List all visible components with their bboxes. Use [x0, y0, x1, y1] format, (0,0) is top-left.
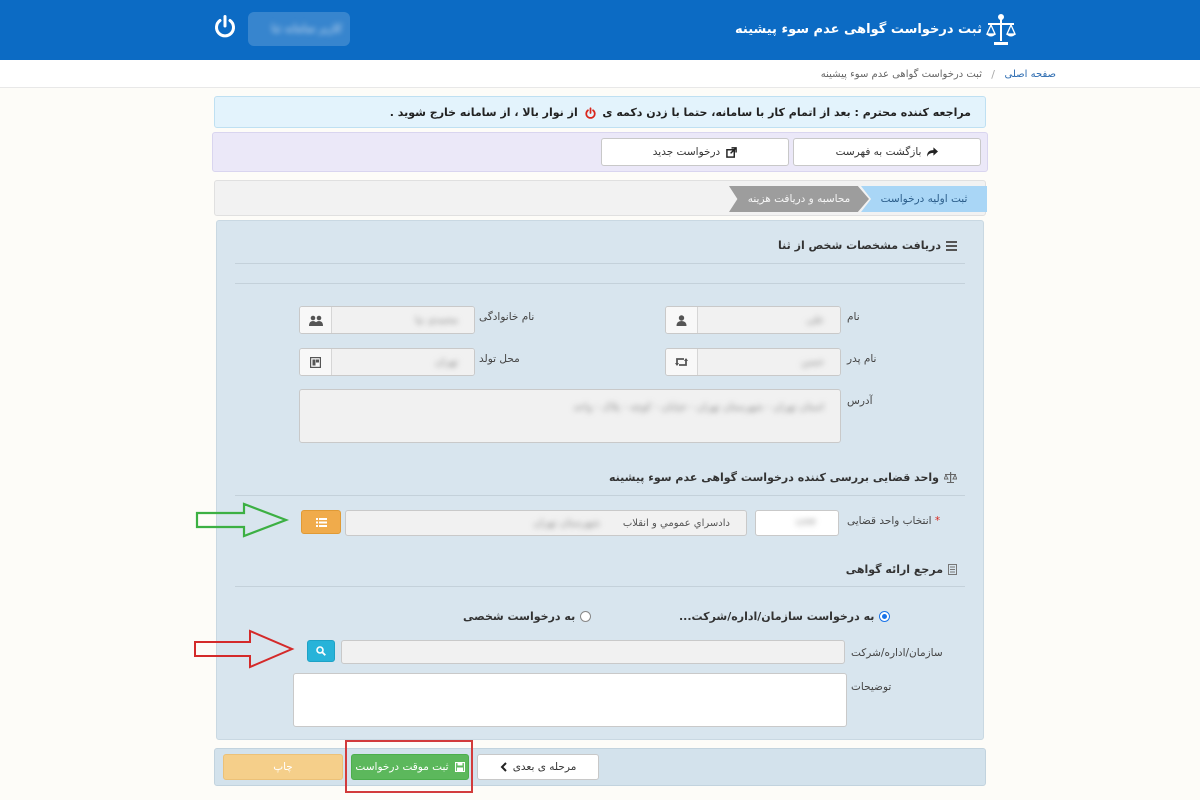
share-arrow-icon: [927, 147, 939, 157]
list-icon: [946, 240, 957, 251]
address-label: آدرس: [847, 395, 873, 407]
last-name-field[interactable]: محمدی نیا: [299, 306, 475, 334]
radio-personal-request[interactable]: به درخواست شخصی: [463, 610, 592, 623]
step-payment[interactable]: محاسبه و دریافت هزینه: [729, 186, 869, 212]
power-icon[interactable]: [212, 14, 238, 40]
father-name-field[interactable]: حسن: [665, 348, 841, 376]
notice-text-start: مراجعه کننده محترم : بعد از اتمام کار با…: [602, 106, 971, 119]
description-textarea[interactable]: [293, 673, 847, 727]
organization-label: سازمان/اداره/شرکت: [851, 647, 943, 659]
organization-search-button[interactable]: [307, 640, 335, 662]
red-annotation-arrow: [194, 629, 295, 669]
action-toolbar: بازگشت به فهرست درخواست جدید: [212, 132, 988, 172]
users-icon: [308, 315, 323, 326]
step-initial-registration[interactable]: ثبت اولیه درخواست: [861, 186, 987, 212]
back-to-list-button[interactable]: بازگشت به فهرست: [793, 138, 981, 166]
app-header: [0, 0, 1200, 60]
first-name-label: نام: [847, 311, 860, 323]
breadcrumb-current: ثبت درخواست گواهی عدم سوء پیشینه: [820, 69, 982, 80]
user-icon: [676, 314, 687, 326]
judicial-unit-name-field: دادسراي عمومي و انقلاب شهرستان تهران: [345, 510, 747, 536]
person-section-title: دریافت مشخصات شخص از ثنا: [778, 239, 957, 252]
address-field[interactable]: استان تهران - شهرستان تهران - خیابان - ک…: [299, 389, 841, 443]
breadcrumb-separator: /: [991, 68, 995, 81]
scales-emblem-icon: [985, 14, 1017, 45]
chevron-left-icon: [500, 762, 507, 772]
wizard-steps: ثبت اولیه درخواست محاسبه و دریافت هزینه: [214, 180, 987, 216]
judicial-unit-name: دادسراي عمومي و انقلاب: [622, 518, 730, 529]
section-divider: [235, 495, 965, 496]
external-link-icon: [726, 146, 738, 158]
app-title: ثبت درخواست گواهی عدم سوء پیشینه: [735, 22, 982, 37]
user-account-chip[interactable]: کاربر سامانه ثنا: [248, 12, 350, 46]
judicial-unit-list-button[interactable]: [301, 510, 341, 534]
map-marker-icon: [310, 356, 321, 368]
new-request-button[interactable]: درخواست جدید: [601, 138, 789, 166]
father-name-label: نام پدر: [847, 353, 877, 365]
birthplace-field[interactable]: تهران: [299, 348, 475, 376]
green-annotation-arrow: [195, 502, 290, 538]
power-icon: [585, 106, 596, 119]
list-icon: [315, 517, 327, 527]
balance-scale-icon: [944, 472, 957, 483]
print-button[interactable]: چاپ: [223, 754, 343, 780]
section-divider: [235, 263, 965, 264]
radio-personal-button[interactable]: [580, 611, 592, 622]
reference-section-title: مرجع ارائه گواهی: [846, 563, 957, 576]
breadcrumb: صفحه اصلی / ثبت درخواست گواهی عدم سوء پی…: [0, 60, 1200, 88]
section-divider: [235, 283, 965, 284]
breadcrumb-home-link[interactable]: صفحه اصلی: [1005, 69, 1056, 80]
radio-org-request[interactable]: به درخواست سازمان/اداره/شرکت...: [679, 610, 891, 623]
retweet-icon: [675, 358, 688, 366]
last-name-label: نام خانوادگی: [479, 311, 535, 323]
judicial-unit-label: * انتخاب واحد قضایی: [847, 515, 941, 527]
judicial-section-title: واحد قضایی بررسی کننده درخواست گواهی عدم…: [609, 471, 957, 484]
notice-text-end: از نوار بالا ، از سامانه خارج شوید .: [389, 106, 578, 119]
logout-notice: مراجعه کننده محترم : بعد از اتمام کار با…: [214, 96, 986, 128]
request-form-panel: دریافت مشخصات شخص از ثنا نام علی نام خان…: [216, 220, 984, 740]
judicial-unit-code-field[interactable]: ۱۲۳۴: [755, 510, 839, 536]
next-step-button[interactable]: مرحله ی بعدی: [477, 754, 599, 780]
radio-org-button[interactable]: [879, 611, 891, 622]
file-icon: [948, 564, 957, 575]
organization-field[interactable]: [341, 640, 845, 664]
section-divider: [235, 586, 965, 587]
red-highlight-box: [345, 740, 473, 793]
description-label: توضیحات: [851, 681, 892, 693]
form-footer: مرحله ی بعدی ثبت موقت درخواست چاپ: [214, 748, 986, 786]
search-icon: [316, 646, 326, 656]
birthplace-label: محل تولد: [479, 353, 520, 365]
first-name-field[interactable]: علی: [665, 306, 841, 334]
